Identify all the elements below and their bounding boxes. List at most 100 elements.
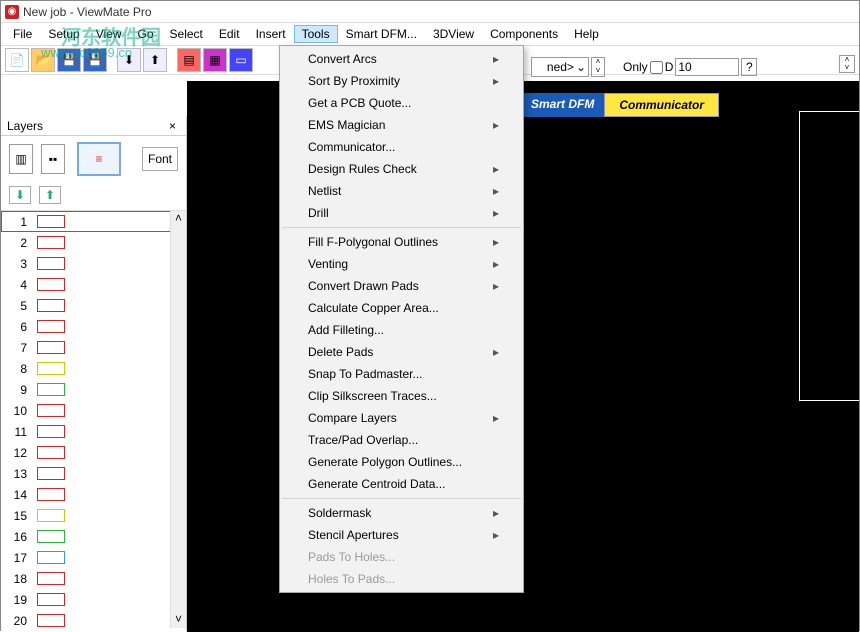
- tool-new-icon[interactable]: 📄: [5, 48, 29, 72]
- menu-select[interactable]: Select: [162, 25, 211, 43]
- menu-item-get-a-pcb-quote[interactable]: Get a PCB Quote...: [280, 92, 523, 114]
- layers-scrollbar[interactable]: ˄ ˅: [170, 211, 186, 628]
- communicator-button[interactable]: Communicator: [604, 93, 719, 117]
- menu-item-netlist[interactable]: Netlist ▸: [280, 180, 523, 202]
- layer-row[interactable]: 7: [1, 337, 186, 358]
- layer-row[interactable]: 5: [1, 295, 186, 316]
- menu-item-soldermask[interactable]: Soldermask▸: [280, 502, 523, 524]
- ribbon-spin-1[interactable]: ˄˅: [591, 57, 605, 77]
- menu-item-stencil-apertures[interactable]: Stencil Apertures▸: [280, 524, 523, 546]
- tool-layers-icon[interactable]: ▤: [177, 48, 201, 72]
- layer-up-icon[interactable]: ⬆: [39, 186, 61, 204]
- layer-row[interactable]: 18: [1, 568, 186, 589]
- menu-item-venting[interactable]: Venting▸: [280, 253, 523, 275]
- menu-item-ems-magician[interactable]: EMS Magician▸: [280, 114, 523, 136]
- menu-item-add-filleting[interactable]: Add Filleting...: [280, 319, 523, 341]
- layer-row[interactable]: 8: [1, 358, 186, 379]
- menu-insert[interactable]: Insert: [248, 25, 294, 43]
- submenu-arrow-icon: ▸: [493, 206, 499, 220]
- menu-item-generate-centroid-data[interactable]: Generate Centroid Data...: [280, 473, 523, 495]
- submenu-arrow-icon: ▸: [493, 279, 499, 293]
- menu-setup[interactable]: Setup: [40, 25, 87, 43]
- close-icon[interactable]: ×: [165, 119, 180, 133]
- menu-item-sort-by-proximity[interactable]: Sort By Proximity▸: [280, 70, 523, 92]
- layer-row[interactable]: 13: [1, 463, 186, 484]
- ribbon-spin-2[interactable]: ˄˅: [839, 55, 855, 73]
- layer-mode-1-icon[interactable]: ▥: [9, 144, 33, 174]
- menu-item-convert-arcs[interactable]: Convert Arcs ▸: [280, 48, 523, 70]
- tool-save-icon[interactable]: 💾: [57, 48, 81, 72]
- scroll-up-icon[interactable]: ˄: [171, 211, 186, 227]
- tool-export-icon[interactable]: ⬆: [143, 48, 167, 72]
- ribbon-select[interactable]: ned>: [531, 57, 589, 77]
- menu-item-label: Trace/Pad Overlap...: [308, 433, 418, 447]
- menu-item-label: Sort By Proximity: [308, 74, 400, 88]
- layer-row[interactable]: 1: [1, 211, 186, 232]
- menu-3dview[interactable]: 3DView: [425, 25, 482, 43]
- menu-item-clip-silkscreen-traces[interactable]: Clip Silkscreen Traces...: [280, 385, 523, 407]
- titlebar: ◉ New job - ViewMate Pro: [1, 1, 859, 23]
- window-title: New job - ViewMate Pro: [23, 5, 152, 19]
- menu-item-label: Convert Arcs: [308, 52, 377, 66]
- layer-row[interactable]: 3: [1, 253, 186, 274]
- menu-item-calculate-copper-area[interactable]: Calculate Copper Area...: [280, 297, 523, 319]
- tools-menu-dropdown: Convert Arcs▸Sort By Proximity▸Get a PCB…: [279, 45, 524, 593]
- layer-row[interactable]: 9: [1, 379, 186, 400]
- layers-toolbar: ▥ ▪▪ ≡ Font: [1, 136, 186, 186]
- menu-item-design-rules-check[interactable]: Design Rules Check▸: [280, 158, 523, 180]
- menu-help[interactable]: Help: [566, 25, 607, 43]
- layer-row[interactable]: 12: [1, 442, 186, 463]
- layer-row[interactable]: 6: [1, 316, 186, 337]
- layer-number: 9: [7, 383, 31, 397]
- submenu-arrow-icon: ▸: [493, 184, 499, 198]
- layer-mode-active-icon[interactable]: ≡: [77, 142, 121, 176]
- layer-row[interactable]: 11: [1, 421, 186, 442]
- only-checkbox[interactable]: [650, 61, 663, 74]
- menu-view[interactable]: View: [88, 25, 130, 43]
- font-button[interactable]: Font: [142, 147, 178, 171]
- layer-row[interactable]: 2: [1, 232, 186, 253]
- layer-row[interactable]: 15: [1, 505, 186, 526]
- layer-row[interactable]: 20: [1, 610, 186, 628]
- menu-item-compare-layers[interactable]: Compare Layers▸: [280, 407, 523, 429]
- layer-down-icon[interactable]: ⬇: [9, 186, 31, 204]
- d-input[interactable]: [675, 58, 739, 76]
- menu-tools[interactable]: Tools: [294, 25, 338, 43]
- menu-item-label: Pads To Holes...: [308, 550, 395, 564]
- menu-item-label: Netlist: [308, 184, 341, 198]
- menu-item-label: Generate Polygon Outlines...: [308, 455, 462, 469]
- menu-item-snap-to-padmaster[interactable]: Snap To Padmaster...: [280, 363, 523, 385]
- menu-item-fill-f-polygonal-outlines[interactable]: Fill F-Polygonal Outlines▸: [280, 231, 523, 253]
- help-button[interactable]: ?: [741, 58, 757, 76]
- menu-components[interactable]: Components: [482, 25, 566, 43]
- menu-item-delete-pads[interactable]: Delete Pads▸: [280, 341, 523, 363]
- layer-row[interactable]: 16: [1, 526, 186, 547]
- scroll-down-icon[interactable]: ˅: [171, 612, 186, 628]
- layer-mode-2-icon[interactable]: ▪▪: [41, 144, 65, 174]
- menubar: FileSetupViewGoSelectEditInsertToolsSmar…: [1, 23, 859, 45]
- menu-item-generate-polygon-outlines[interactable]: Generate Polygon Outlines...: [280, 451, 523, 473]
- tool-film-icon[interactable]: ▭: [229, 48, 253, 72]
- layer-row[interactable]: 17: [1, 547, 186, 568]
- layer-row[interactable]: 4: [1, 274, 186, 295]
- tool-palette-icon[interactable]: ▦: [203, 48, 227, 72]
- menu-smart-dfm-[interactable]: Smart DFM...: [338, 25, 425, 43]
- layer-row[interactable]: 14: [1, 484, 186, 505]
- menu-item-trace-pad-overlap[interactable]: Trace/Pad Overlap...: [280, 429, 523, 451]
- layer-row[interactable]: 10: [1, 400, 186, 421]
- menu-edit[interactable]: Edit: [211, 25, 248, 43]
- layer-color-swatch: [37, 530, 65, 543]
- layer-row[interactable]: 19: [1, 589, 186, 610]
- tool-open-icon[interactable]: 📂: [31, 48, 55, 72]
- menu-item-drill[interactable]: Drill▸: [280, 202, 523, 224]
- tool-import-icon[interactable]: ⬇: [117, 48, 141, 72]
- layer-color-swatch: [37, 362, 65, 375]
- menu-file[interactable]: File: [5, 25, 40, 43]
- layer-color-swatch: [37, 383, 65, 396]
- submenu-arrow-icon: ▸: [493, 52, 499, 66]
- menu-item-convert-drawn-pads[interactable]: Convert Drawn Pads▸: [280, 275, 523, 297]
- tool-save2-icon[interactable]: 💾: [83, 48, 107, 72]
- menu-item-communicator[interactable]: Communicator...: [280, 136, 523, 158]
- smart-dfm-button[interactable]: Smart DFM: [521, 93, 604, 117]
- menu-go[interactable]: Go: [130, 25, 162, 43]
